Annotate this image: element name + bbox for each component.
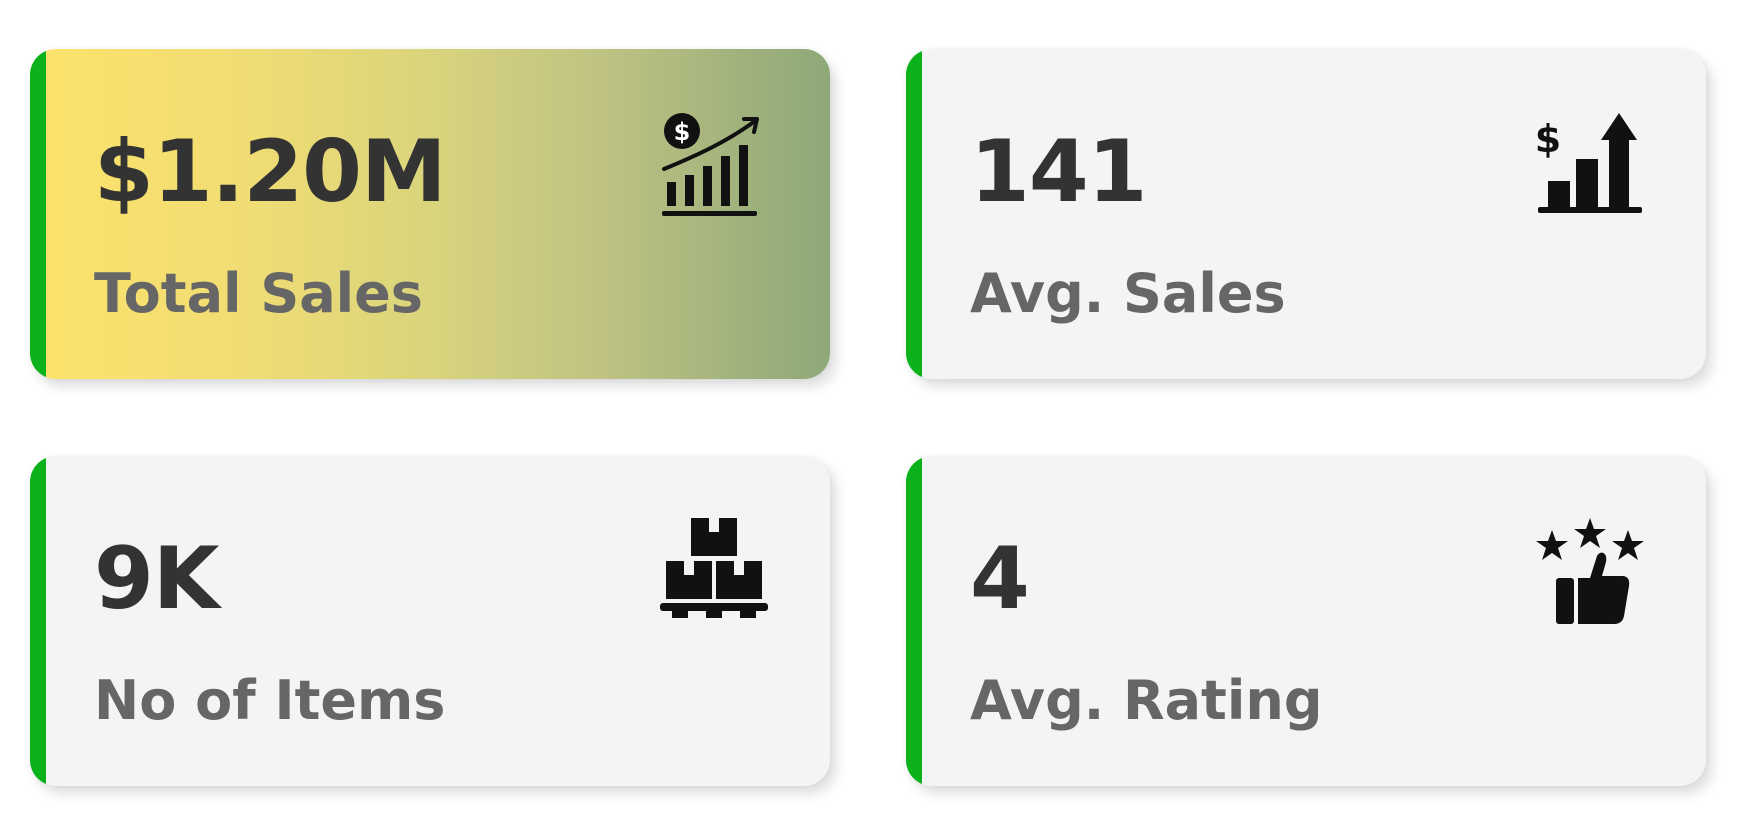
kpi-value: 4 bbox=[970, 529, 1030, 629]
svg-text:$: $ bbox=[1535, 117, 1561, 161]
kpi-label: Avg. Rating bbox=[970, 669, 1323, 732]
kpi-label: No of Items bbox=[94, 669, 446, 732]
boxes-pallet-icon bbox=[658, 516, 770, 628]
sales-bar-arrow-icon: $ bbox=[1534, 109, 1646, 221]
kpi-value: 141 bbox=[970, 122, 1148, 222]
svg-text:$: $ bbox=[674, 118, 691, 146]
kpi-label: Total Sales bbox=[94, 262, 423, 325]
sales-growth-chart-icon: $ bbox=[658, 109, 770, 221]
kpi-card-avg-rating[interactable]: 4 Avg. Rating bbox=[906, 456, 1706, 786]
kpi-value: 9K bbox=[94, 529, 219, 629]
kpi-card-grid: $1.20M Total Sales $ 141 Avg. Sales $ 9K… bbox=[0, 0, 1748, 829]
kpi-card-no-of-items[interactable]: 9K No of Items bbox=[30, 456, 830, 786]
kpi-card-avg-sales[interactable]: 141 Avg. Sales $ bbox=[906, 49, 1706, 379]
kpi-card-total-sales[interactable]: $1.20M Total Sales $ bbox=[30, 49, 830, 379]
stars-thumbs-up-icon bbox=[1534, 516, 1646, 628]
kpi-value: $1.20M bbox=[94, 122, 447, 222]
kpi-label: Avg. Sales bbox=[970, 262, 1286, 325]
